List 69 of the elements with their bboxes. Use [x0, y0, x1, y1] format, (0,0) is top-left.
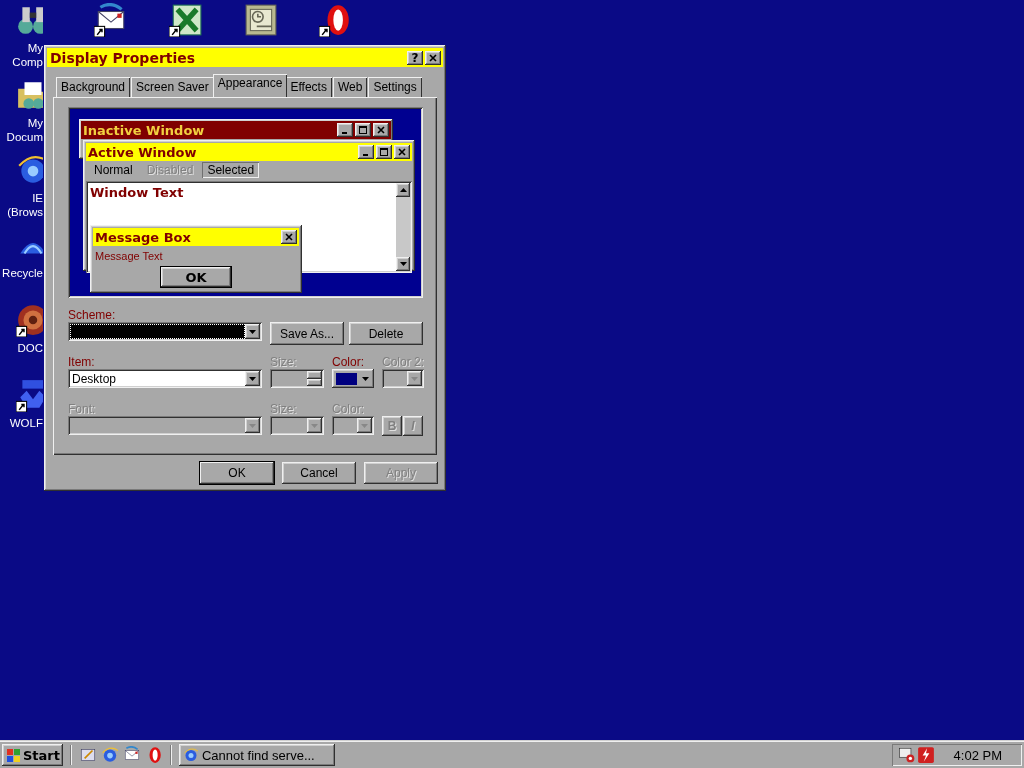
clock-icon[interactable]: [244, 3, 278, 37]
tab[interactable]: Web: [332, 77, 368, 97]
field-label: Color:: [332, 355, 364, 369]
device-icon[interactable]: [898, 746, 916, 764]
icon-label: My Docum: [6, 116, 43, 144]
icon-label: DOC: [17, 341, 43, 355]
close-icon[interactable]: [281, 230, 297, 244]
flag-icon: [5, 747, 21, 763]
color-picker[interactable]: [382, 369, 424, 388]
close-icon[interactable]: [373, 123, 389, 137]
item-dropdown[interactable]: Desktop: [68, 369, 262, 388]
active-title-bar: Active Window: [86, 143, 412, 161]
window-title: Display Properties: [50, 49, 197, 66]
field-label: Font:: [68, 402, 96, 416]
field-label: Item:: [68, 355, 95, 369]
caret-icon: [399, 188, 407, 192]
window-text: Window Text: [89, 184, 185, 202]
clock: 4:02 PM: [953, 747, 1002, 763]
tab[interactable]: Settings: [368, 77, 422, 97]
scheme-dropdown[interactable]: [68, 322, 262, 341]
menu-item[interactable]: Normal: [89, 162, 138, 178]
tab[interactable]: Effects: [285, 77, 332, 97]
caret-icon: [249, 329, 256, 334]
field-label: Size:: [270, 402, 297, 416]
tab[interactable]: Appearance: [212, 74, 288, 97]
field-label: Scheme:: [68, 308, 116, 322]
dialog-button[interactable]: OK: [200, 462, 274, 484]
inactive-title-bar: Inactive Window: [81, 121, 391, 139]
message-text: Message Text: [94, 249, 164, 263]
minimize-icon[interactable]: [337, 123, 353, 137]
caret-icon: [361, 376, 369, 381]
color-picker[interactable]: [332, 416, 374, 435]
scheme-button[interactable]: Delete: [349, 322, 423, 345]
desktop-icon[interactable]: [79, 746, 97, 764]
size-dropdown[interactable]: [270, 416, 324, 435]
scheme-button[interactable]: Save As...: [270, 322, 344, 345]
globe-icon: [183, 747, 199, 763]
tab[interactable]: Screen Saver: [131, 77, 214, 97]
caret-icon: [411, 376, 418, 381]
close-icon[interactable]: [425, 50, 441, 65]
caret-icon: [361, 423, 368, 428]
tab[interactable]: Background: [56, 77, 131, 97]
help-button[interactable]: ?: [407, 50, 423, 65]
color-picker[interactable]: [332, 369, 374, 388]
field-label: Color:: [332, 402, 364, 416]
scroll-bar[interactable]: [396, 183, 410, 271]
taskbar-button[interactable]: Cannot find serve...: [179, 744, 335, 766]
wolf-icon[interactable]: [16, 378, 43, 412]
maximize-icon[interactable]: [355, 123, 371, 137]
menu-item[interactable]: Selected: [202, 162, 260, 178]
icon-label: Recycle: [2, 266, 43, 280]
ok-button[interactable]: OK: [160, 266, 232, 288]
caret-icon: [311, 423, 318, 428]
caret-icon: [249, 376, 256, 381]
caret-icon: [249, 423, 256, 428]
icon-label: IE (Brows: [7, 191, 43, 219]
minimize-icon[interactable]: [358, 145, 374, 159]
start-button[interactable]: Start: [2, 744, 63, 766]
font-dropdown[interactable]: [68, 416, 262, 435]
field-label: Size:: [270, 355, 297, 369]
caret-icon: [399, 262, 407, 266]
close-icon[interactable]: [394, 145, 410, 159]
lightning-icon[interactable]: [917, 746, 935, 764]
maximize-icon[interactable]: [376, 145, 392, 159]
icon-label: WOLF: [9, 416, 43, 430]
dialog-button[interactable]: Cancel: [282, 462, 356, 484]
spreadsheet-icon[interactable]: [169, 3, 203, 37]
icon-label: My Comp: [12, 41, 43, 69]
message-title-bar: Message Box: [93, 228, 299, 246]
